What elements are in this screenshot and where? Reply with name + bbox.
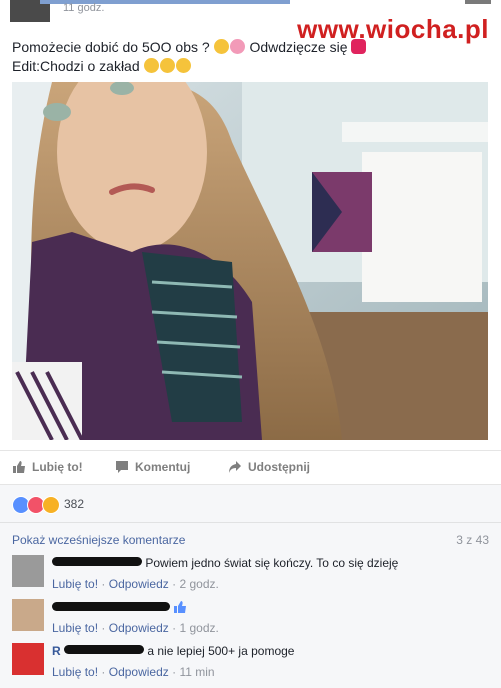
commenter-avatar[interactable] [12, 643, 44, 675]
post-photo[interactable] [12, 82, 488, 440]
share-button[interactable]: Udostępnij [228, 460, 310, 474]
kiss-lips-emoji-icon [351, 39, 367, 54]
post-line-2: Edit:Chodzi o zakład [12, 57, 472, 76]
wink-kiss-emoji-icon [175, 58, 191, 73]
post-actions-bar: Lubię to! Komentuj Udostępnij [0, 450, 501, 485]
grin-emoji-icon [143, 58, 159, 73]
comment-time[interactable]: 1 godz. [179, 621, 218, 635]
post-text: Pomożecie dobić do 5OO obs ? Odwdzięcze … [12, 38, 472, 76]
meta-separator: · [101, 577, 106, 591]
comment-meta: Lubię to! · Odpowiedz · 2 godz. [52, 577, 219, 591]
commenter-name[interactable]: R [52, 644, 61, 658]
comments-section: Pokaż wcześniejsze komentarze 3 z 43 Pow… [0, 522, 501, 688]
comment-like-link[interactable]: Lubię to! [52, 621, 98, 635]
corner-thumb [465, 0, 491, 4]
thumbs-up-emoji-icon [174, 601, 187, 613]
share-label: Udostępnij [248, 460, 310, 474]
commenter-avatar[interactable] [12, 555, 44, 587]
comment-body: Powiem jedno świat się kończy. To co się… [52, 556, 398, 570]
comment-reply-link[interactable]: Odpowiedz [109, 621, 169, 635]
smile-emoji-icon [159, 58, 175, 73]
post-line-2-text: Edit:Chodzi o zakład [12, 58, 140, 74]
redacted-name [64, 645, 145, 654]
comment-time[interactable]: 11 min [179, 665, 214, 679]
comment-reply-link[interactable]: Odpowiedz [109, 665, 169, 679]
comment-meta: Lubię to! · Odpowiedz · 1 godz. [52, 621, 219, 635]
meta-separator: · [101, 665, 106, 679]
meta-separator: · [101, 621, 106, 635]
post-time[interactable]: 11 godz. [63, 2, 104, 14]
comment-label: Komentuj [135, 460, 191, 474]
share-arrow-icon [229, 461, 241, 473]
reaction-count[interactable]: 382 [64, 497, 84, 511]
commenter-avatar[interactable] [12, 599, 44, 631]
comment-meta: Lubię to! · Odpowiedz · 11 min [52, 665, 215, 679]
comment-like-link[interactable]: Lubię to! [52, 665, 98, 679]
heart-emoji-icon [229, 39, 245, 54]
post-line-1-text: Pomożecie dobić do 5OO obs ? [12, 39, 210, 55]
comment-body: R a nie lepiej 500+ ja pomoge [52, 644, 294, 658]
redacted-name [52, 557, 142, 566]
meta-separator: · [172, 665, 177, 679]
haha-reaction-icon[interactable] [42, 496, 60, 514]
comment-icon [116, 461, 128, 473]
comment-button[interactable]: Komentuj [115, 460, 190, 474]
thumbs-up-icon [13, 461, 25, 473]
redacted-name [52, 602, 170, 611]
grin-emoji-icon [213, 39, 229, 54]
comment-like-link[interactable]: Lubię to! [52, 577, 98, 591]
post-line-1-suffix: Odwdzięcze się [249, 39, 348, 55]
comments-paging: 3 z 43 [456, 533, 489, 547]
post-line-1: Pomożecie dobić do 5OO obs ? Odwdzięcze … [12, 38, 472, 57]
comment-reply-link[interactable]: Odpowiedz [109, 577, 169, 591]
meta-separator: · [172, 577, 177, 591]
comment-text: a nie lepiej 500+ ja pomoge [147, 644, 295, 658]
like-button[interactable]: Lubię to! [12, 460, 83, 474]
comment-time[interactable]: 2 godz. [179, 577, 218, 591]
like-label: Lubię to! [32, 460, 83, 474]
reactions-bar: 382 [0, 484, 501, 523]
show-previous-comments-link[interactable]: Pokaż wcześniejsze komentarze [12, 533, 185, 547]
photo-illustration [12, 82, 488, 440]
comment-body [52, 600, 187, 615]
meta-separator: · [172, 621, 177, 635]
comment-text: Powiem jedno świat się kończy. To co się… [145, 556, 399, 570]
